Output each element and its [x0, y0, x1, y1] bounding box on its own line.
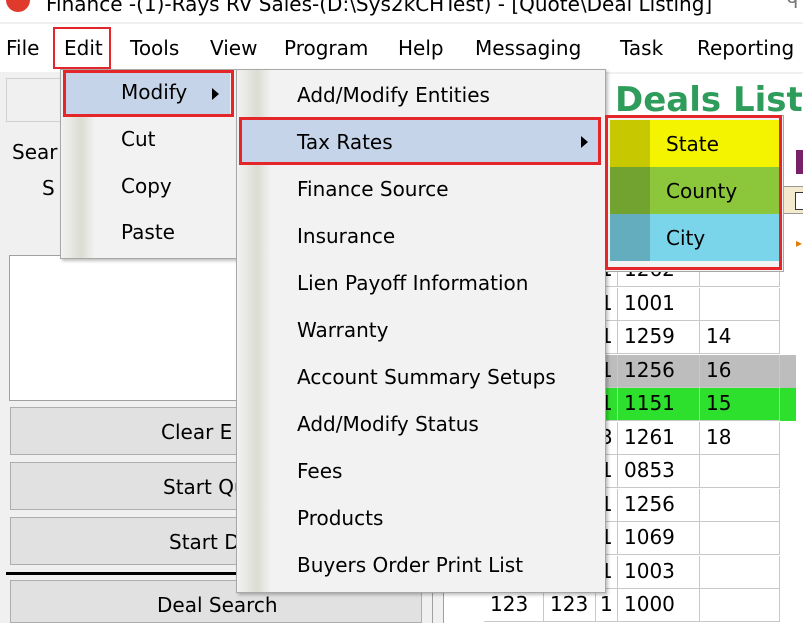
start-deal-button-label: Start D [169, 530, 240, 554]
table-cell: 1003 [618, 555, 700, 589]
submenu-arrow-icon [581, 136, 588, 148]
modify-menu-add-modify-entities[interactable]: Add/Modify Entities [297, 83, 490, 107]
edit-menu-paste[interactable]: Paste [121, 220, 175, 244]
table-cell: 1261 [618, 421, 700, 455]
table-cell: 123 [544, 589, 596, 622]
table-cell [700, 287, 780, 321]
tax-submenu-highlight [605, 115, 782, 270]
modify-menu-tax-rates[interactable]: Tax Rates [297, 130, 393, 154]
modify-menu-insurance[interactable]: Insurance [297, 224, 395, 248]
clear-button-label: Clear E [161, 420, 233, 444]
table-cell [700, 555, 780, 589]
table-cell: 15 [700, 388, 780, 421]
title-bar-glyph: ᑫ [787, 0, 799, 13]
modify-menu-account-summary-setups[interactable]: Account Summary Setups [297, 365, 556, 389]
table-cell [700, 488, 780, 522]
search-label: Sear [12, 140, 58, 164]
submenu-arrow-icon [212, 88, 219, 100]
row-marker-icon: ▸ [796, 236, 803, 250]
table-cell: 1 [596, 589, 618, 622]
menu-help[interactable]: Help [398, 36, 444, 60]
table-cell: 16 [700, 354, 780, 388]
menu-edit[interactable]: Edit [64, 36, 103, 60]
table-cell: 1259 [618, 321, 700, 354]
modify-menu-fees[interactable]: Fees [297, 459, 342, 483]
edit-menu-modify[interactable]: Modify [121, 80, 187, 104]
search-sub-label: S [42, 176, 55, 200]
table-cell: 1256 [618, 488, 700, 522]
table-cell: 1069 [618, 522, 700, 555]
tax-rates-highlight [239, 117, 601, 165]
modify-menu-add-modify-status[interactable]: Add/Modify Status [297, 412, 479, 436]
header-marker [796, 150, 803, 174]
table-cell: 1256 [618, 354, 700, 388]
modify-menu-products[interactable]: Products [297, 506, 383, 530]
modify-menu-finance-source[interactable]: Finance Source [297, 177, 449, 201]
table-cell: 0853 [618, 455, 700, 488]
table-cell: 123 [484, 589, 544, 622]
menu-reporting[interactable]: Reporting [697, 36, 794, 60]
table-cell: 14 [700, 321, 780, 354]
edit-menu-copy[interactable]: Copy [121, 174, 172, 198]
app-icon [6, 0, 30, 12]
menu-program[interactable]: Program [284, 36, 368, 60]
table-cell [700, 589, 780, 622]
modify-menu-warranty[interactable]: Warranty [297, 318, 388, 342]
menu-messaging[interactable]: Messaging [475, 36, 581, 60]
edit-menu-cut[interactable]: Cut [121, 127, 155, 151]
title-bar: Finance -(1)-Rays RV Sales-(D:\Sys2kCHTe… [0, 0, 803, 22]
modify-menu-buyers-order-print-list[interactable]: Buyers Order Print List [297, 553, 523, 577]
menu-file[interactable]: File [6, 36, 39, 60]
table-cell: 1001 [618, 287, 700, 321]
modify-menu-lien-payoff-information[interactable]: Lien Payoff Information [297, 271, 528, 295]
table-row[interactable]: 123 123 1 1000 [484, 589, 796, 622]
table-cell [700, 455, 780, 488]
table-cell: 18 [700, 421, 780, 455]
page-title: Deals List [615, 80, 803, 120]
header-checkbox[interactable] [795, 192, 803, 210]
table-cell [700, 522, 780, 555]
deal-search-button-label: Deal Search [157, 593, 278, 617]
menu-task[interactable]: Task [620, 36, 663, 60]
menu-view[interactable]: View [210, 36, 257, 60]
menu-tools[interactable]: Tools [130, 36, 179, 60]
start-quote-button-label: Start Qu [163, 475, 247, 499]
table-cell: 1151 [618, 388, 700, 421]
table-cell: 1000 [618, 589, 700, 622]
window-title: Finance -(1)-Rays RV Sales-(D:\Sys2kCHTe… [46, 0, 713, 16]
